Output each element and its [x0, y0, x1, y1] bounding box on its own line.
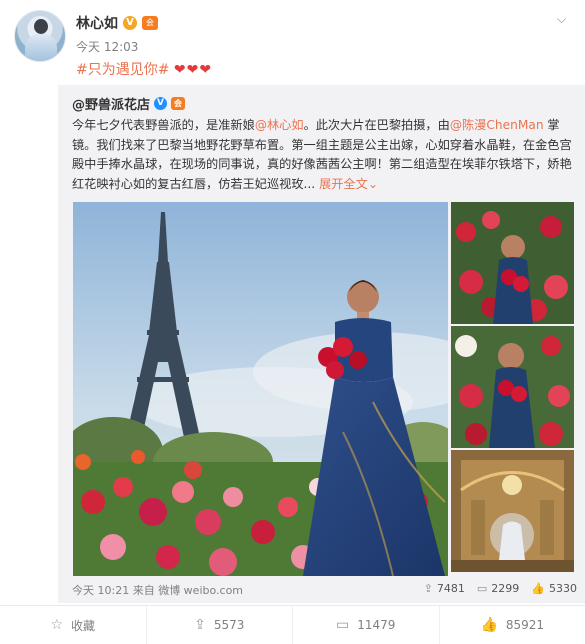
mention-link[interactable]: @陈漫ChenMan	[450, 118, 544, 132]
repost-card: @野兽派花店 V 会 今年七夕代表野兽派的，是准新娘@林心如。此次大片在巴黎拍摄…	[58, 85, 585, 603]
repost-count: 7481	[436, 582, 465, 595]
member-icon: 会	[142, 16, 158, 30]
expand-link[interactable]: 展开全文	[319, 177, 368, 191]
action-bar: ☆ 收藏 ⇪ 5573 ▭ 11479 👍 85921	[0, 605, 585, 644]
comment-button[interactable]: ▭ 11479	[293, 606, 440, 644]
thumbnail-1[interactable]	[451, 202, 574, 324]
repost-stats: ⇪ 7481 ▭ 2299 👍 5330	[424, 582, 577, 595]
post-time[interactable]: 今天 12:03	[76, 38, 138, 55]
share-icon: ⇪	[423, 582, 433, 595]
verified-icon: V	[154, 97, 168, 110]
like-button[interactable]: 👍 85921	[440, 606, 585, 644]
thumbnail-2[interactable]	[451, 326, 574, 448]
heart-icons: ❤❤❤	[173, 62, 213, 78]
repost-text: 今年七夕代表野兽派的，是准新娘@林心如。此次大片在巴黎拍摄，由@陈漫ChenMa…	[72, 116, 572, 194]
photo-golden-palace	[451, 450, 574, 572]
like-count: 85921	[505, 618, 545, 632]
thumbnail-3[interactable]	[451, 450, 574, 572]
photo-roses-1	[451, 202, 574, 324]
share-icon: ⇪	[194, 617, 206, 633]
comment-count: 2299	[491, 582, 520, 595]
comment-stat[interactable]: ▭ 2299	[477, 582, 519, 595]
like-stat[interactable]: 👍 5330	[531, 582, 577, 595]
thumbs-up-icon: 👍	[531, 582, 545, 595]
avatar-head	[34, 19, 48, 34]
member-icon: 会	[171, 97, 186, 110]
mention-link[interactable]: @林心如	[255, 118, 304, 132]
repost-count: 5573	[213, 618, 245, 632]
post-text: #只为遇见你# ❤❤❤	[76, 59, 212, 79]
author-name[interactable]: 林心如	[76, 13, 118, 33]
avatar[interactable]	[14, 10, 66, 62]
repost-source[interactable]: 今天 10:21 来自 微博 weibo.com	[72, 582, 243, 598]
avatar-figure	[25, 33, 57, 61]
topic-tag[interactable]: #只为遇见你#	[76, 62, 169, 78]
favorite-button[interactable]: ☆ 收藏	[0, 606, 147, 644]
photo-roses-2	[451, 326, 574, 448]
text-segment: 。此次大片在巴黎拍摄，由	[303, 118, 450, 132]
comment-icon: ▭	[336, 617, 350, 633]
chevron-down-icon: ⌄	[367, 176, 379, 191]
author-row: 林心如 V 会	[76, 13, 158, 33]
repost-stat[interactable]: ⇪ 7481	[424, 582, 465, 595]
like-count: 5330	[549, 582, 577, 595]
thumbs-up-icon: 👍	[480, 617, 498, 633]
repost-button[interactable]: ⇪ 5573	[147, 606, 293, 644]
verified-icon: V	[123, 16, 137, 30]
comment-icon: ▭	[476, 582, 488, 595]
text-segment: 今年七夕代表野兽派的，是准新娘	[72, 118, 255, 132]
comment-count: 11479	[357, 618, 396, 632]
repost-author-row: @野兽派花店 V 会	[72, 94, 186, 113]
photo-eiffel-bride	[73, 202, 448, 576]
chevron-down-icon[interactable]: ⌵	[557, 12, 566, 27]
main-photo[interactable]	[73, 202, 448, 576]
repost-author-name[interactable]: @野兽派花店	[72, 94, 150, 113]
favorite-label: 收藏	[71, 618, 96, 633]
star-icon: ☆	[50, 617, 64, 633]
weibo-post: 林心如 V 会 ⌵ 今天 12:03 #只为遇见你# ❤❤❤ @野兽派花店 V …	[0, 0, 585, 644]
